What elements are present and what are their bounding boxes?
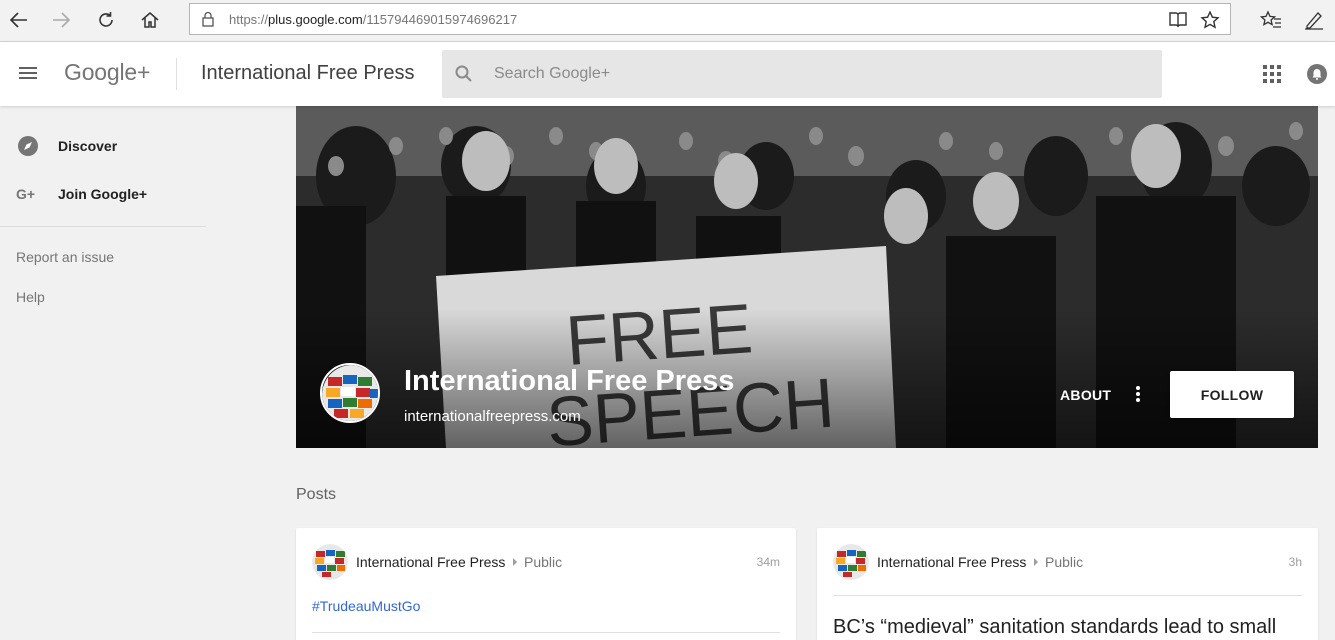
post-divider <box>833 595 1302 596</box>
post-hashtag[interactable]: #TrudeauMustGo <box>312 598 420 614</box>
search-icon <box>454 64 474 89</box>
sidebar-divider <box>0 226 206 227</box>
home-icon[interactable] <box>135 6 165 34</box>
google-plus-logo[interactable]: Google+ <box>64 59 150 86</box>
google-plus-icon: G+ <box>16 182 40 206</box>
browser-toolbar: https://plus.google.com/1157944690159746… <box>0 0 1335 42</box>
post-card: International Free Press Public 34m #Tru… <box>296 528 796 640</box>
reading-view-icon[interactable] <box>1167 9 1189 31</box>
svg-text:G+: G+ <box>16 186 35 202</box>
sidebar-item-join[interactable]: G+ Join Google+ <box>0 174 206 214</box>
back-arrow-icon[interactable] <box>4 6 34 34</box>
address-bar[interactable]: https://plus.google.com/1157944690159746… <box>189 3 1231 35</box>
favorite-star-icon[interactable] <box>1199 9 1221 31</box>
search-box[interactable] <box>442 50 1162 98</box>
post-card: International Free Press Public 3h BC’s … <box>817 528 1318 640</box>
post-avatar[interactable] <box>833 544 869 580</box>
menu-icon[interactable] <box>16 64 40 84</box>
refresh-icon[interactable] <box>91 6 121 34</box>
profile-name: International Free Press <box>404 365 735 397</box>
posts-heading: Posts <box>296 486 337 503</box>
pen-icon[interactable] <box>1299 6 1329 34</box>
notifications-icon[interactable] <box>1307 64 1327 84</box>
url-text: https://plus.google.com/1157944690159746… <box>229 12 518 27</box>
more-vert-icon[interactable] <box>1132 385 1144 407</box>
favorites-list-icon[interactable] <box>1256 6 1286 34</box>
follow-button[interactable]: FOLLOW <box>1170 371 1294 418</box>
lock-icon <box>202 11 214 32</box>
caret-right-icon <box>1034 558 1038 566</box>
sidebar-item-discover[interactable]: Discover <box>0 126 206 166</box>
post-timestamp[interactable]: 3h <box>1289 555 1302 569</box>
post-author[interactable]: International Free Press <box>356 554 505 570</box>
apps-grid-icon[interactable] <box>1263 65 1281 83</box>
caret-right-icon <box>513 558 517 566</box>
post-author[interactable]: International Free Press <box>877 554 1026 570</box>
help-link[interactable]: Help <box>16 289 45 305</box>
post-visibility: Public <box>524 554 563 570</box>
about-button[interactable]: ABOUT <box>1060 387 1111 403</box>
post-visibility: Public <box>1045 554 1084 570</box>
post-headline[interactable]: BC’s “medieval” sanitation standards lea… <box>833 616 1276 639</box>
profile-cover: FREE SPEECH International Free Press int… <box>296 106 1318 448</box>
compass-icon <box>16 134 40 158</box>
profile-website[interactable]: internationalfreepress.com <box>404 408 581 425</box>
post-avatar[interactable] <box>312 544 348 580</box>
forward-arrow-icon[interactable] <box>46 6 76 34</box>
sidebar-item-label: Join Google+ <box>58 186 148 202</box>
sidebar-item-label: Discover <box>58 138 118 154</box>
page-title: International Free Press <box>201 62 415 84</box>
report-issue-link[interactable]: Report an issue <box>16 249 114 265</box>
avatar[interactable] <box>320 363 380 423</box>
gplus-header: Google+ International Free Press <box>0 42 1335 106</box>
search-input[interactable] <box>494 61 1094 87</box>
post-divider <box>312 632 780 633</box>
header-divider <box>176 58 177 90</box>
post-timestamp[interactable]: 34m <box>757 555 780 569</box>
